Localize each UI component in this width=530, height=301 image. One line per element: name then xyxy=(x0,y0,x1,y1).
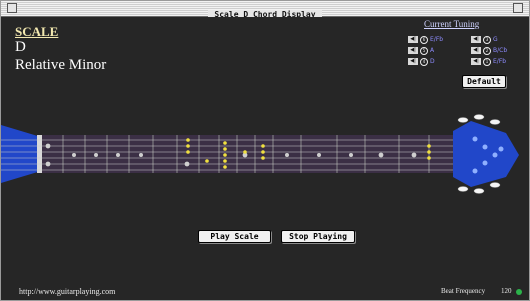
speaker-icon[interactable]: ◀| xyxy=(471,36,481,43)
string-note[interactable]: G xyxy=(493,36,498,43)
zoom-box[interactable] xyxy=(513,3,523,13)
website-url[interactable]: http://www.guitarplaying.com xyxy=(19,287,115,296)
play-scale-button[interactable]: Play Scale xyxy=(198,230,271,243)
string-number-badge: 6 xyxy=(420,35,428,44)
beat-frequency-value[interactable]: 120 xyxy=(501,287,512,295)
content-area: SCALE D Relative Minor Current Tuning ◀|… xyxy=(1,17,529,300)
beat-frequency-label: Beat Frequency xyxy=(441,287,486,295)
default-tuning-button[interactable]: Default xyxy=(462,75,506,88)
string-note[interactable]: D xyxy=(430,58,435,65)
guitar-neck xyxy=(1,114,519,194)
guitar-body xyxy=(1,125,41,183)
string-number-badge: 4 xyxy=(420,57,428,66)
string-note[interactable]: E/Fb xyxy=(430,36,443,43)
speaker-icon[interactable]: ◀| xyxy=(408,47,418,54)
string-number-badge: 5 xyxy=(420,46,428,55)
speaker-icon[interactable]: ◀| xyxy=(408,36,418,43)
speaker-icon[interactable]: ◀| xyxy=(408,58,418,65)
scale-key: D xyxy=(15,39,26,55)
speaker-icon[interactable]: ◀| xyxy=(471,47,481,54)
tuning-string-2: ◀| 2 B/Cb xyxy=(471,46,507,55)
speaker-icon[interactable]: ◀| xyxy=(471,58,481,65)
beat-indicator-icon xyxy=(516,289,522,295)
headstock xyxy=(453,121,519,187)
string-note[interactable]: A xyxy=(430,47,434,54)
title-bar[interactable]: Scale D Chord Display xyxy=(1,1,529,19)
stop-playing-button[interactable]: Stop Playing xyxy=(281,230,355,243)
tuning-string-1: ◀| 1 E/Fb xyxy=(471,57,506,66)
string-number-badge: 2 xyxy=(483,46,491,55)
scale-mode: Relative Minor xyxy=(15,57,107,73)
string-number-badge: 1 xyxy=(483,57,491,66)
tuning-string-6: ◀| 6 E/Fb xyxy=(408,35,443,44)
tuning-string-3: ◀| 3 G xyxy=(471,35,498,44)
tuning-string-4: ◀| 4 D xyxy=(408,57,435,66)
tuning-heading: Current Tuning xyxy=(424,19,480,29)
string-number-badge: 3 xyxy=(483,35,491,44)
app-window: Scale D Chord Display SCALE D Relative M… xyxy=(0,0,530,301)
string-note[interactable]: B/Cb xyxy=(493,47,507,54)
scale-heading: SCALE xyxy=(15,24,59,39)
string-note[interactable]: E/Fb xyxy=(493,58,506,65)
tuning-string-5: ◀| 5 A xyxy=(408,46,434,55)
nut xyxy=(37,135,42,173)
